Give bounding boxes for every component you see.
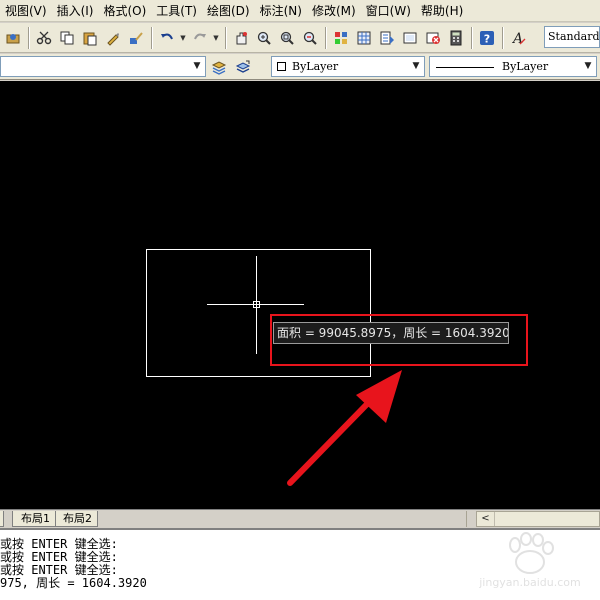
menu-window[interactable]: 窗口(W) [364,1,419,21]
block-editor-icon[interactable] [125,27,147,49]
zoom-previous-icon[interactable] [299,27,321,49]
toolbar-separator [28,26,30,49]
layout-tabs-row: 布局2 布局1 < [0,509,600,527]
scroll-left-icon[interactable]: < [477,512,495,526]
undo-icon[interactable] [156,27,178,49]
menu-insert[interactable]: 插入(I) [55,1,102,21]
toolbar-separator [502,26,504,49]
annotation-arrow-shaft [287,396,375,486]
svg-text:A: A [511,31,523,46]
pan-icon[interactable] [230,27,252,49]
menu-view[interactable]: 视图(V) [3,1,55,21]
color-value: ByLayer [292,60,339,73]
menu-tools[interactable]: 工具(T) [154,1,205,21]
sheet-set-icon[interactable] [399,27,421,49]
menu-draw[interactable]: 绘图(D) [205,1,258,21]
make-current-layer-icon[interactable] [208,56,230,78]
tab-layout2[interactable]: 布局2 [54,511,98,527]
design-center-icon[interactable] [353,27,375,49]
svg-text:?: ? [484,32,490,45]
text-style-icon[interactable]: A [507,27,529,49]
menu-dimension[interactable]: 标注(N) [258,1,310,21]
layer-combo[interactable]: ▼ [0,56,206,77]
cut-icon[interactable] [33,27,55,49]
tab-model[interactable] [0,511,4,527]
linetype-sample [436,67,494,68]
chevron-down-icon[interactable]: ▼ [410,60,422,73]
watermark: jingyan.baidu.com [460,532,600,596]
toolbar-separator [471,26,473,49]
chevron-down-icon[interactable]: ▼ [582,60,594,73]
menu-bar: 视图(V) 插入(I) 格式(O) 工具(T) 绘图(D) 标注(N) 修改(M… [0,0,600,22]
properties-toolbar: ▼ ByLayer ▼ ByLayer ▼ [0,54,600,80]
menu-help[interactable]: 帮助(H) [419,1,471,21]
zoom-window-icon[interactable] [276,27,298,49]
redo-dropdown-icon[interactable]: ▼ [212,27,220,49]
properties-icon[interactable] [330,27,352,49]
calculator-icon[interactable] [445,27,467,49]
tab-layout1[interactable]: 布局1 [12,511,56,527]
layer-previous-icon[interactable] [232,56,254,78]
paste-icon[interactable] [79,27,101,49]
horizontal-scrollbar[interactable]: < [476,511,600,527]
drawing-svg [146,249,402,486]
redo-icon[interactable] [189,27,211,49]
annotation-highlight-box [270,314,528,366]
drawing-canvas[interactable]: 面积 = 99045.8975，周长 = 1604.3920 [0,81,600,509]
standard-toolbar: ▼ ▼ ? A Standard [0,23,600,53]
color-swatch [277,62,286,71]
watermark-text: jingyan.baidu.com [479,576,581,589]
markup-icon[interactable] [422,27,444,49]
color-combo[interactable]: ByLayer ▼ [271,56,425,77]
paw-icon [509,532,554,574]
tool-palettes-icon[interactable] [376,27,398,49]
zoom-realtime-icon[interactable] [253,27,275,49]
toolbar-separator [325,26,327,49]
match-properties-icon[interactable] [102,27,124,49]
undo-dropdown-icon[interactable]: ▼ [179,27,187,49]
chevron-down-icon[interactable]: ▼ [191,60,203,73]
menu-modify[interactable]: 修改(M) [310,1,364,21]
copy-icon[interactable] [56,27,78,49]
toolbar-separator [225,26,227,49]
text-style-combo[interactable]: Standard [544,26,600,48]
linetype-combo[interactable]: ByLayer ▼ [429,56,597,77]
linetype-value: ByLayer [502,60,549,73]
help-icon[interactable]: ? [476,27,498,49]
annotation-arrow-head [356,370,402,423]
menu-format[interactable]: 格式(O) [101,1,154,21]
toolbar-separator [151,26,153,49]
publish-icon[interactable] [2,27,24,49]
scroll-splitter[interactable] [466,511,476,527]
